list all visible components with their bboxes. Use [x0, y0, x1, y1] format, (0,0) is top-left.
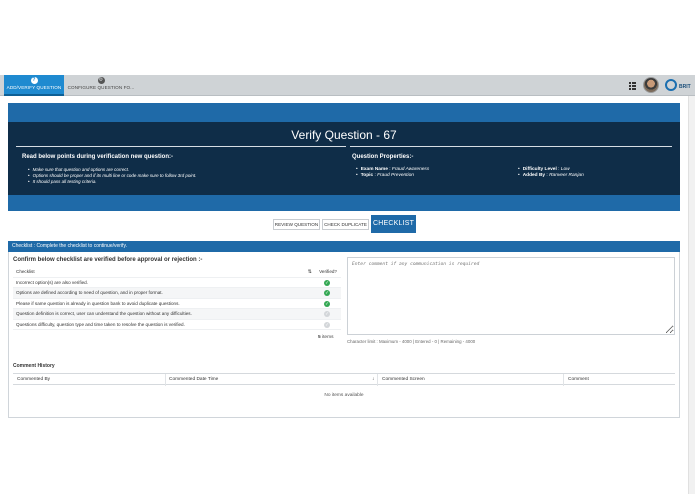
tab-label: ADD/VERIFY QUESTION	[6, 85, 62, 90]
property-topic: Topic : Fraud Prevention	[356, 173, 414, 178]
brit-logo-icon	[665, 79, 677, 91]
question-properties-heading: Question Properties:-	[352, 154, 414, 160]
header-top-strip	[8, 103, 680, 122]
checklist-row: Options are defined according to need of…	[13, 288, 341, 299]
column-comment[interactable]: Comment	[568, 377, 589, 382]
top-navigation-bar: ? ADD/VERIFY QUESTION ⚙ CONFIGURE QUESTI…	[0, 75, 695, 96]
review-question-button[interactable]: REVIEW QUESTION	[273, 219, 320, 230]
brand-logo-text: BRIT	[679, 84, 691, 90]
checklist-row: Incorrect option(s) are also verified. ✓	[13, 278, 341, 288]
character-limit-text: Character limit : Maximum - 4000 | Enter…	[347, 339, 476, 344]
checklist-row-label: Questions difficulty, question type and …	[16, 321, 185, 327]
checklist-row-label: Options are defined according to need of…	[16, 290, 163, 295]
header-bottom-strip	[8, 195, 680, 211]
check-duplicate-button[interactable]: CHECK DUPLICATE	[322, 219, 369, 230]
tab-configure-question[interactable]: ⚙ CONFIGURE QUESTION FO...	[66, 75, 136, 96]
comment-history-header: Commented By Commented Date Time ↓ Comme…	[13, 373, 675, 386]
user-avatar[interactable]	[643, 77, 659, 93]
verification-point: It should pass all testing criteria.	[28, 179, 97, 184]
divider	[16, 146, 346, 147]
checklist-confirm-heading: Confirm below checklist are verified bef…	[13, 257, 203, 263]
comment-textarea[interactable]	[347, 257, 675, 335]
tab-label: CONFIGURE QUESTION FO...	[67, 85, 135, 90]
checklist-item-count: 5 items	[318, 335, 334, 340]
column-verified: Verified?	[319, 269, 337, 274]
column-separator	[377, 374, 378, 386]
column-commented-by[interactable]: Commented By	[17, 377, 50, 382]
apps-grid-icon[interactable]	[629, 82, 637, 90]
checklist-table: Checklist ⇅ Verified? Incorrect option(s…	[13, 267, 341, 330]
divider	[350, 146, 672, 147]
column-checklist: Checklist	[16, 269, 35, 274]
page-scrollbar[interactable]	[688, 96, 695, 494]
verified-check-icon[interactable]: ✓	[324, 279, 330, 286]
checklist-table-header: Checklist ⇅ Verified?	[13, 267, 341, 278]
column-separator	[563, 374, 564, 386]
unverified-check-icon[interactable]: ✓	[324, 321, 330, 328]
property-exam-name: Exam Name : Fraud Awareness	[356, 167, 430, 172]
verification-point: Options should be proper and if its mult…	[28, 173, 197, 178]
verification-point: Make sure that question and options are …	[28, 167, 130, 172]
checklist-button[interactable]: CHECKLIST	[371, 215, 416, 233]
property-added-by: Added By : Ranveer Ranjan	[518, 173, 584, 178]
sort-icon[interactable]: ⇅	[308, 267, 312, 278]
question-icon: ?	[30, 77, 38, 84]
checklist-row-label: Please if same question is already in qu…	[16, 300, 180, 306]
column-separator	[165, 374, 166, 386]
checklist-row: Questions difficulty, question type and …	[13, 320, 341, 330]
verification-points-heading: Read below points during verification ne…	[22, 154, 174, 160]
verify-question-panel: Verify Question - 67 Read below points d…	[8, 122, 680, 195]
comment-history-title: Comment History	[13, 363, 55, 369]
checklist-row: Question definition is correct, user can…	[13, 309, 341, 320]
gear-icon: ⚙	[97, 77, 105, 84]
checklist-row: Please if same question is already in qu…	[13, 299, 341, 309]
checklist-row-label: Question definition is correct, user can…	[16, 311, 192, 316]
unverified-check-icon[interactable]: ✓	[324, 311, 330, 317]
column-commented-date-time[interactable]: Commented Date Time	[169, 377, 218, 382]
verified-check-icon[interactable]: ✓	[324, 290, 330, 296]
checklist-row-label: Incorrect option(s) are also verified.	[16, 279, 88, 285]
no-items-message: No items available	[324, 393, 364, 398]
property-difficulty: Difficulty Level : Low	[518, 167, 570, 172]
checklist-bar: Checklist : Complete the checklist to co…	[8, 241, 680, 252]
tab-add-verify-question[interactable]: ? ADD/VERIFY QUESTION	[4, 75, 64, 96]
column-commented-screen[interactable]: Commented Screen	[382, 377, 425, 382]
sort-icon[interactable]: ↓	[372, 377, 374, 382]
page-title: Verify Question - 67	[291, 128, 397, 142]
verified-check-icon[interactable]: ✓	[324, 300, 330, 307]
